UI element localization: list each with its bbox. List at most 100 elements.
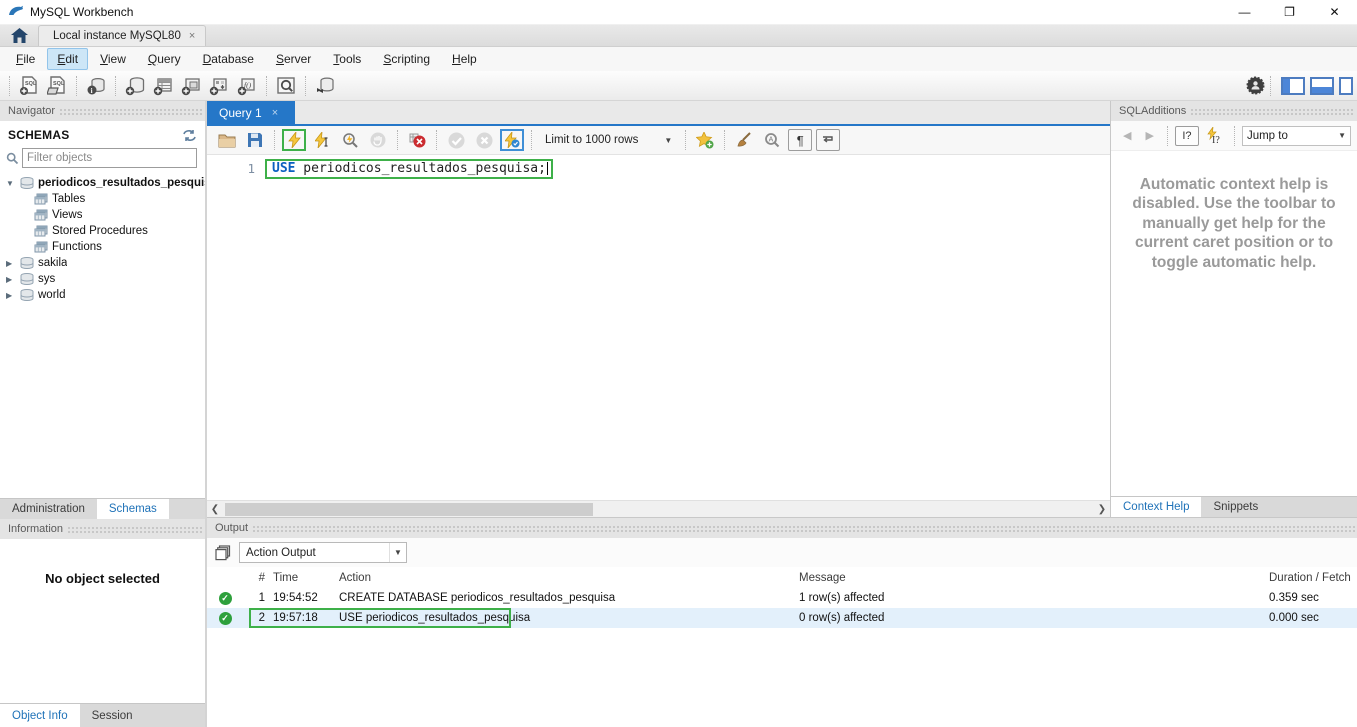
restore-button[interactable]: ❐	[1267, 0, 1312, 24]
refresh-icon[interactable]	[182, 129, 197, 142]
execute-current-icon[interactable]	[310, 129, 334, 151]
execute-icon[interactable]	[282, 129, 306, 151]
context-help-icon[interactable]: I?	[1175, 126, 1199, 146]
minimize-button[interactable]: —	[1222, 0, 1267, 24]
tab-session[interactable]: Session	[80, 704, 145, 727]
tree-item-periodicos-resultados-pesquisa[interactable]: ▼periodicos_resultados_pesquisa	[0, 175, 205, 191]
query-tab[interactable]: Query 1 ×	[207, 101, 295, 124]
tab-snippets[interactable]: Snippets	[1201, 497, 1270, 517]
tree-item-views[interactable]: Views	[0, 207, 205, 223]
views-icon	[34, 209, 48, 221]
stop-icon[interactable]	[366, 129, 390, 151]
wrap-icon[interactable]	[816, 129, 840, 151]
tree-item-stored-procedures[interactable]: Stored Procedures	[0, 223, 205, 239]
chevron-expanded-icon[interactable]: ▼	[6, 179, 16, 188]
sql-additions-header: SQLAdditions	[1111, 101, 1357, 121]
explain-icon[interactable]	[338, 129, 362, 151]
connection-tab-bar: Local instance MySQL80 ×	[0, 25, 1357, 47]
line-number-gutter: 1	[207, 155, 265, 500]
horizontal-scrollbar[interactable]: ❮ ❯	[207, 500, 1110, 517]
rollback-icon[interactable]	[472, 129, 496, 151]
menu-tools[interactable]: Tools	[323, 48, 371, 70]
sql-statement-highlight: USE periodicos_resultados_pesquisa;	[265, 159, 553, 179]
preferences-icon[interactable]	[1246, 76, 1265, 95]
toggle-right-sidebar-icon[interactable]	[1339, 77, 1353, 95]
stop-on-error-icon[interactable]	[405, 129, 429, 151]
jump-to-dropdown[interactable]: Jump to ▼	[1242, 126, 1351, 146]
new-snippet-icon[interactable]	[693, 129, 717, 151]
title-bar: MySQL Workbench — ❐ ✕	[0, 0, 1357, 25]
scroll-left-icon[interactable]: ❮	[207, 504, 223, 515]
help-panel-tabs: Context HelpSnippets	[1111, 496, 1357, 517]
menu-query[interactable]: Query	[138, 48, 191, 70]
menu-database[interactable]: Database	[193, 48, 264, 70]
menu-server[interactable]: Server	[266, 48, 321, 70]
tab-object-info[interactable]: Object Info	[0, 704, 80, 727]
output-header: Output	[207, 518, 1357, 538]
output-row[interactable]: ✓119:54:52CREATE DATABASE periodicos_res…	[207, 588, 1357, 608]
chevron-down-icon: ▼	[664, 136, 672, 145]
create-function-icon[interactable]: f()	[234, 74, 260, 98]
menu-view[interactable]: View	[90, 48, 136, 70]
tab-administration[interactable]: Administration	[0, 499, 97, 519]
filter-objects-input[interactable]	[22, 148, 197, 168]
auto-help-toggle-icon[interactable]: I?	[1201, 126, 1227, 146]
tree-item-sys[interactable]: ▶sys	[0, 271, 205, 287]
create-table-icon[interactable]	[150, 74, 176, 98]
search-data-icon[interactable]	[273, 74, 299, 98]
sql-code-editor[interactable]: 1 USE periodicos_resultados_pesquisa;	[207, 155, 1110, 500]
open-script-icon[interactable]	[215, 129, 239, 151]
menu-help[interactable]: Help	[442, 48, 487, 70]
sql-additions-toolbar: ◀ ▶ I? I? Jump to ▼	[1111, 121, 1357, 151]
close-button[interactable]: ✕	[1312, 0, 1357, 24]
output-panel: Output Action Output ▼ #TimeActionMessag…	[207, 517, 1357, 727]
chevron-collapsed-icon[interactable]: ▶	[6, 275, 16, 284]
output-view-selector[interactable]: Action Output ▼	[239, 542, 407, 563]
connection-tab[interactable]: Local instance MySQL80 ×	[38, 25, 206, 46]
autocommit-icon[interactable]	[500, 129, 524, 151]
svg-text:A: A	[769, 137, 774, 144]
forward-icon[interactable]: ▶	[1139, 129, 1159, 142]
tree-item-tables[interactable]: Tables	[0, 191, 205, 207]
scroll-right-icon[interactable]: ❯	[1094, 504, 1110, 515]
stacked-pages-icon	[215, 545, 231, 561]
beautify-icon[interactable]	[732, 129, 756, 151]
open-sql-script-icon[interactable]: SQL	[44, 74, 70, 98]
save-script-icon[interactable]	[243, 129, 267, 151]
create-view-icon[interactable]	[178, 74, 204, 98]
tree-item-sakila[interactable]: ▶sakila	[0, 255, 205, 271]
new-sql-tab-icon[interactable]: SQL	[16, 74, 42, 98]
output-table-body: ✓119:54:52CREATE DATABASE periodicos_res…	[207, 588, 1357, 628]
invisibles-icon[interactable]: ¶	[788, 129, 812, 151]
tab-context-help[interactable]: Context Help	[1111, 497, 1201, 517]
tree-item-functions[interactable]: Functions	[0, 239, 205, 255]
procedures-icon	[34, 225, 48, 237]
chevron-collapsed-icon[interactable]: ▶	[6, 291, 16, 300]
inspector-icon[interactable]: i	[83, 74, 109, 98]
commit-icon[interactable]	[444, 129, 468, 151]
query-tab-close-icon[interactable]: ×	[272, 107, 278, 119]
chevron-collapsed-icon[interactable]: ▶	[6, 259, 16, 268]
find-icon[interactable]: A	[760, 129, 784, 151]
query-tab-bar: Query 1 ×	[207, 101, 1110, 126]
home-tab[interactable]	[0, 25, 38, 46]
context-help-message: Automatic context help is disabled. Use …	[1111, 151, 1357, 496]
output-toolbar: Action Output ▼	[207, 538, 1357, 567]
menu-file[interactable]: File	[6, 48, 45, 70]
scrollbar-thumb[interactable]	[225, 503, 593, 516]
create-schema-icon[interactable]	[122, 74, 148, 98]
line-number: 1	[247, 161, 255, 176]
create-procedure-icon[interactable]	[206, 74, 232, 98]
toggle-bottom-panel-icon[interactable]	[1310, 77, 1334, 95]
reconnect-dbms-icon[interactable]	[312, 74, 338, 98]
tree-item-world[interactable]: ▶world	[0, 287, 205, 303]
limit-rows-dropdown[interactable]: Limit to 1000 rows ▼	[539, 132, 678, 148]
menu-edit[interactable]: Edit	[47, 48, 88, 70]
tab-schemas[interactable]: Schemas	[97, 499, 169, 519]
output-row[interactable]: ✓219:57:18USE periodicos_resultados_pesq…	[207, 608, 1357, 628]
connection-tab-close-icon[interactable]: ×	[189, 30, 195, 42]
menu-scripting[interactable]: Scripting	[373, 48, 440, 70]
back-icon[interactable]: ◀	[1117, 129, 1137, 142]
schema-icon	[20, 273, 34, 285]
toggle-left-sidebar-icon[interactable]	[1281, 77, 1305, 95]
